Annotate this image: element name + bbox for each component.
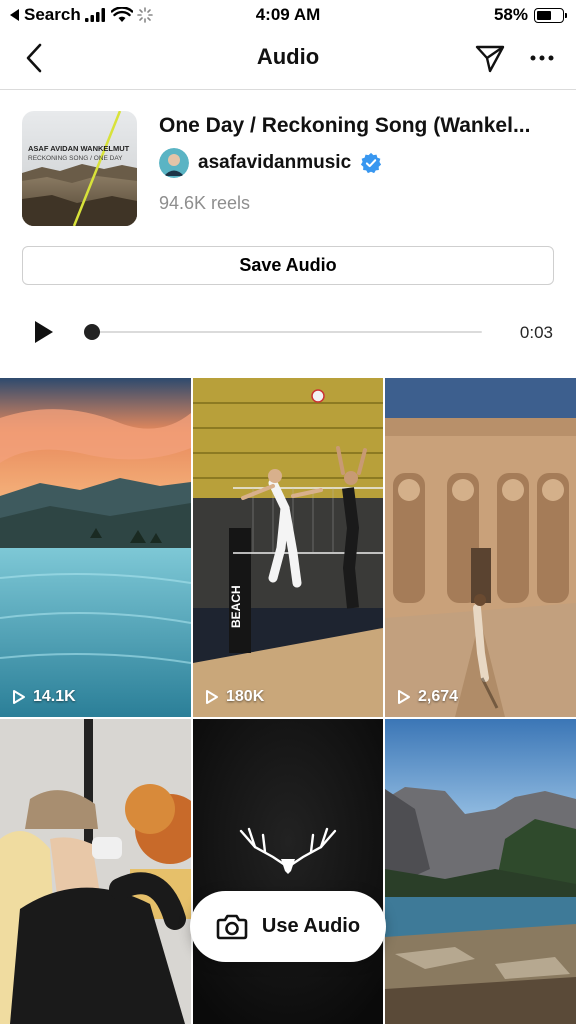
battery-percent: 58%	[493, 5, 528, 24]
play-icon[interactable]	[31, 319, 55, 345]
reel-views-count: 180K	[226, 688, 265, 705]
audio-progress-knob[interactable]	[84, 324, 100, 340]
reel-tile-5[interactable]	[193, 719, 383, 1024]
battery-status: 58%	[493, 5, 567, 25]
status-time: 4:09 AM	[255, 5, 321, 24]
camera-icon	[216, 914, 248, 939]
use-audio-button[interactable]: Use Audio	[190, 891, 386, 962]
artist-row[interactable]: asafavidanmusic	[159, 148, 382, 178]
share-button[interactable]	[472, 40, 508, 76]
share-direct-icon	[475, 45, 505, 73]
album-art-text-1: ASAF AVIDAN WANKELMUT	[28, 144, 130, 153]
reel-thumbnail-6	[385, 719, 576, 1024]
play-outline-icon	[13, 690, 25, 704]
reel-thumbnail-2: BEACH	[193, 378, 383, 717]
more-options-button[interactable]	[522, 40, 562, 76]
play-outline-icon	[206, 690, 218, 704]
more-options-icon	[530, 55, 554, 61]
artist-avatar[interactable]	[159, 148, 189, 178]
album-art-text-2: RECKONING SONG / ONE DAY	[28, 155, 123, 162]
artist-name[interactable]: asafavidanmusic	[198, 152, 351, 174]
reel-tile-2[interactable]: BEACH 180K	[193, 378, 383, 717]
reel-thumbnail-1	[0, 378, 191, 717]
reel-views-3: 2,674	[397, 688, 458, 706]
save-audio-button[interactable]: Save Audio	[22, 246, 554, 285]
verified-badge-icon	[361, 152, 382, 174]
reel-thumbnail-3	[385, 378, 576, 717]
play-outline-icon	[398, 690, 410, 704]
reel-views-count: 14.1K	[33, 688, 76, 705]
nav-bar: Audio	[0, 36, 576, 80]
track-title: One Day / Reckoning Song (Wankel...	[159, 114, 531, 137]
album-art[interactable]: ASAF AVIDAN WANKELMUT RECKONING SONG / O…	[22, 111, 137, 226]
reel-thumbnail-4	[0, 719, 191, 1024]
reels-count: 94.6K reels	[159, 193, 251, 213]
reel-views-1: 14.1K	[12, 688, 76, 706]
status-bar: Search 4:09 AM 58%	[0, 0, 576, 30]
reel-views-2: 180K	[205, 688, 264, 706]
audio-time: 0:03	[519, 323, 553, 342]
header-divider	[0, 89, 576, 90]
reel-thumbnail-5	[193, 719, 383, 1024]
reel-tile-4[interactable]	[0, 719, 191, 1024]
use-audio-label: Use Audio	[261, 915, 361, 937]
reel-tile-6[interactable]	[385, 719, 576, 1024]
reel-tile-3[interactable]: 2,674	[385, 378, 576, 717]
reel-views-count: 2,674	[418, 688, 459, 705]
battery-icon	[534, 7, 567, 23]
svg-text:BEACH: BEACH	[229, 585, 243, 628]
battery-level	[537, 10, 551, 20]
audio-progress-track[interactable]	[92, 331, 482, 333]
reel-tile-1[interactable]: 14.1K	[0, 378, 191, 717]
